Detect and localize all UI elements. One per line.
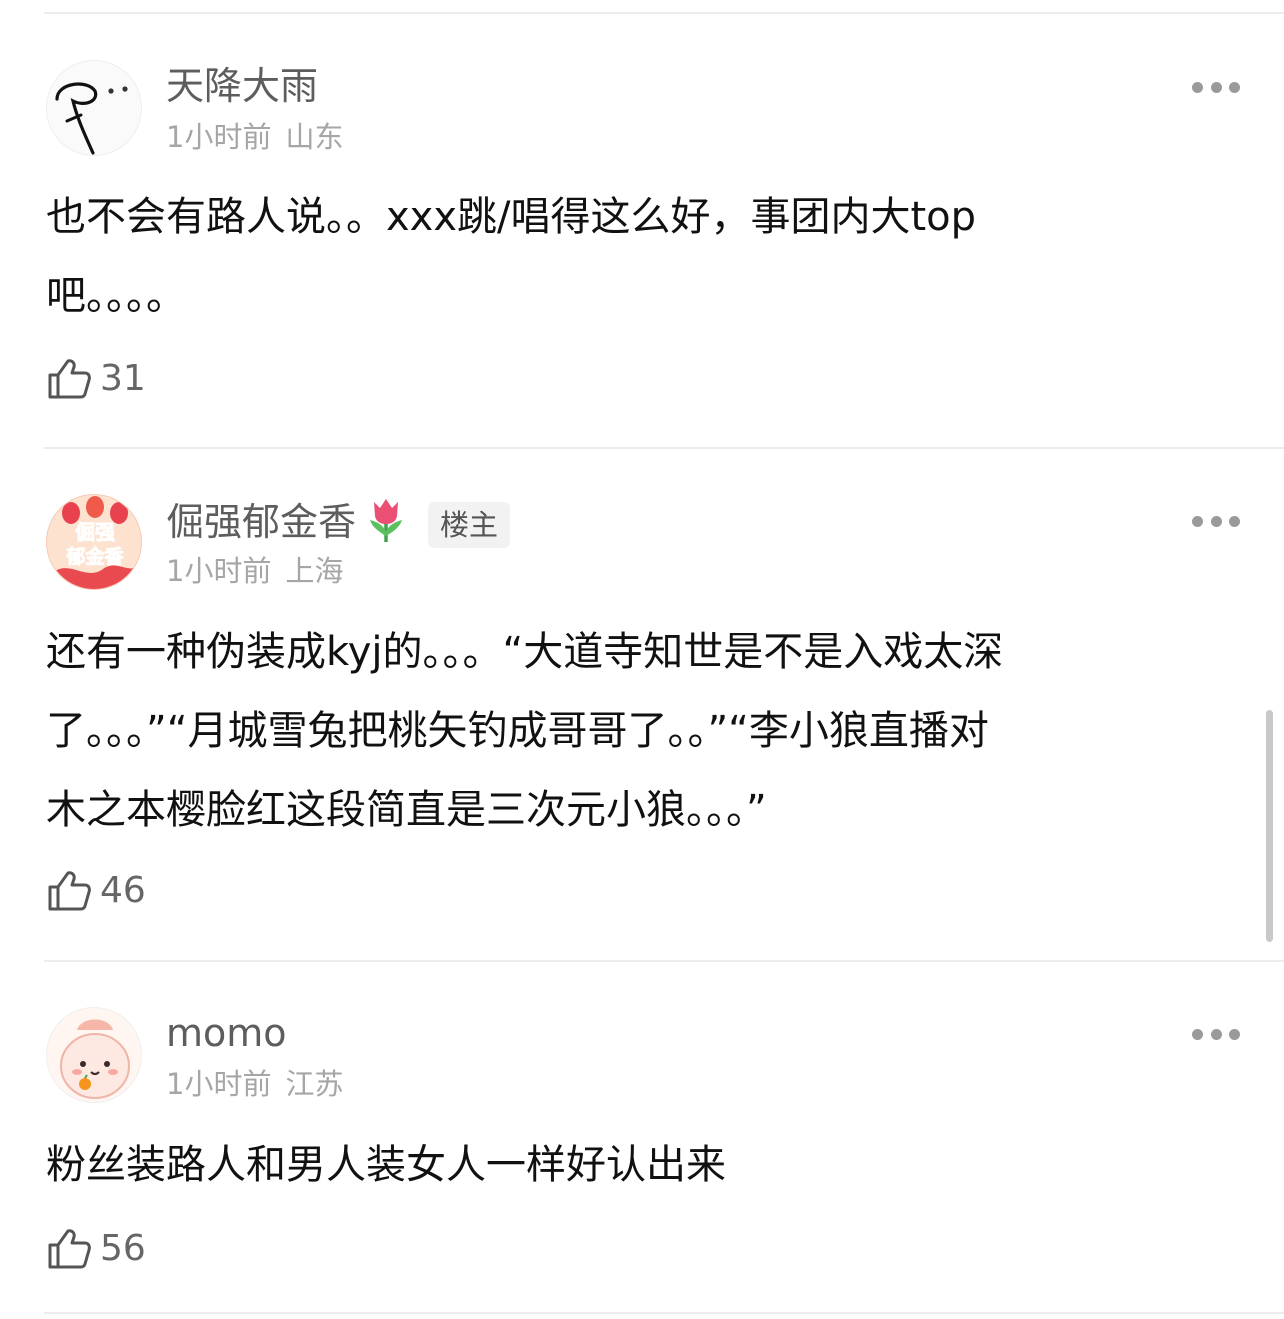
- tulip-text-avatar-icon: 倔强 郁金香: [47, 495, 141, 589]
- comment-meta: 1小时前 江苏: [166, 1065, 343, 1103]
- comment-time: 1小时前: [166, 1067, 272, 1101]
- tulip-emoji-icon: [366, 496, 406, 553]
- avatar[interactable]: [46, 1007, 142, 1103]
- cute-character-avatar-icon: [47, 1008, 141, 1102]
- username-row: 倔强郁金香 楼主: [166, 496, 511, 553]
- thumbs-up-icon: [48, 871, 91, 911]
- comment-item: 倔强 郁金香 倔强郁金香 楼主 1小时前 上海 还有一种伪装成kyj的。。。“大道…: [0, 494, 1284, 954]
- comment-text: 粉丝装路人和男人装女人一样好认出来: [46, 1142, 726, 1188]
- like-button[interactable]: 31: [46, 357, 146, 401]
- like-count: 56: [100, 1228, 146, 1269]
- comment-text: 还有一种伪装成kyj的。。。“大道寺知世是不是入戏太深 了。。。”“月城雪兔把桃…: [46, 629, 1004, 833]
- like-button[interactable]: 46: [46, 869, 146, 913]
- comment-text: 也不会有路人说。。xxx跳/唱得这么好，事团内大top 吧。。。。: [46, 194, 977, 319]
- bottom-divider: [44, 1312, 1284, 1314]
- more-options-icon[interactable]: [1192, 514, 1240, 528]
- avatar-text-line1: 倔强: [75, 520, 115, 544]
- comment-divider: [44, 960, 1284, 962]
- avatar-text-line2: 郁金香: [65, 545, 124, 568]
- comment-time: 1小时前: [166, 554, 272, 588]
- comment-meta: 1小时前 上海: [166, 552, 343, 590]
- op-badge: 楼主: [428, 501, 511, 548]
- like-count: 31: [100, 358, 146, 399]
- thumbs-up-icon: [48, 359, 91, 399]
- comment-item: 天降大雨 1小时前 山东 也不会有路人说。。xxx跳/唱得这么好，事团内大top …: [0, 60, 1284, 440]
- like-count: 46: [100, 870, 146, 911]
- comment-location: 山东: [285, 120, 344, 154]
- comment-location: 江苏: [285, 1067, 344, 1101]
- username[interactable]: 天降大雨: [166, 62, 318, 110]
- like-button[interactable]: 56: [46, 1227, 146, 1271]
- comment-location: 上海: [285, 554, 344, 588]
- top-divider: [44, 12, 1284, 14]
- thumbs-up-icon: [48, 1229, 91, 1269]
- username[interactable]: 倔强郁金香: [166, 500, 356, 544]
- hand-drawn-sketch-avatar-icon: [55, 82, 128, 155]
- more-options-icon[interactable]: [1192, 80, 1240, 94]
- username[interactable]: momo: [166, 1009, 287, 1057]
- comment-divider: [44, 447, 1284, 449]
- more-options-icon[interactable]: [1192, 1027, 1240, 1041]
- comment-item: momo 1小时前 江苏 粉丝装路人和男人装女人一样好认出来 56: [0, 1007, 1284, 1307]
- comment-time: 1小时前: [166, 120, 272, 154]
- avatar[interactable]: [46, 60, 142, 156]
- comment-meta: 1小时前 山东: [166, 118, 343, 156]
- avatar[interactable]: 倔强 郁金香: [46, 494, 142, 590]
- scrollbar[interactable]: [1266, 710, 1273, 942]
